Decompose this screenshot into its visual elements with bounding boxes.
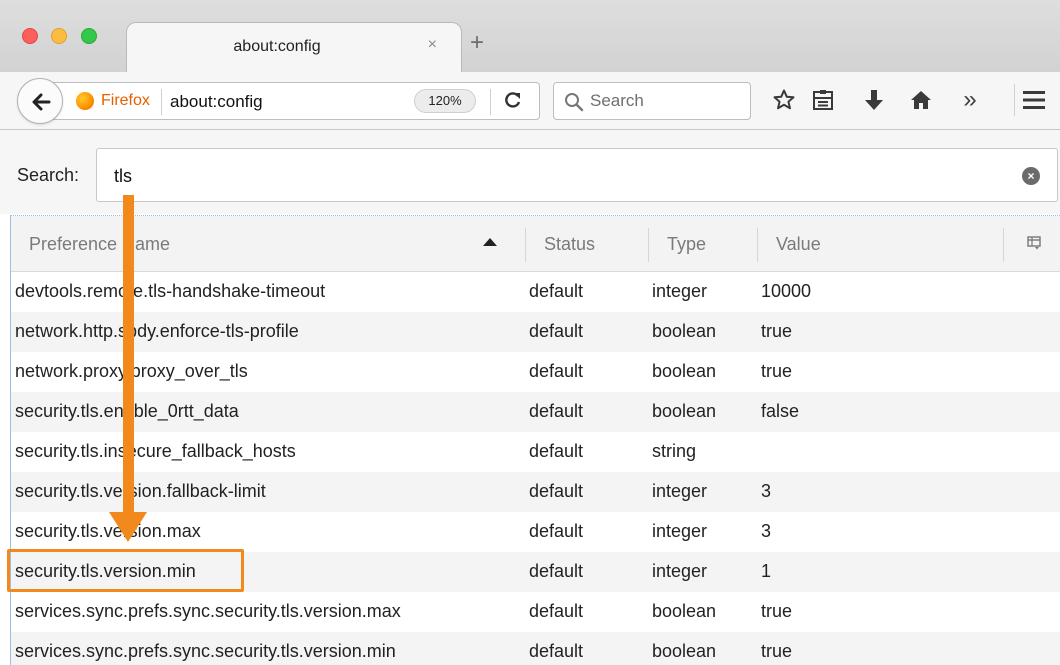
pref-status: default (529, 481, 584, 501)
pref-value: true (761, 361, 793, 381)
clear-filter-icon[interactable]: × (1022, 167, 1040, 185)
table-row[interactable]: network.http.spdy.enforce-tls-profile def… (11, 312, 1060, 352)
pref-value: true (761, 641, 793, 661)
column-header-type[interactable]: Type (667, 234, 706, 255)
column-header-value[interactable]: Value (776, 234, 821, 255)
column-picker-icon[interactable] (1027, 236, 1041, 250)
search-icon (565, 93, 584, 112)
pref-status: default (529, 601, 584, 621)
web-search-input[interactable] (590, 90, 740, 112)
column-divider[interactable] (757, 228, 758, 262)
annotation-arrow-shaft (123, 195, 134, 515)
pref-value: true (761, 601, 793, 621)
hamburger-menu-icon[interactable] (1020, 86, 1048, 114)
table-row[interactable]: security.tls.version.max default integer 3 (11, 512, 1060, 552)
annotation-highlight-box (7, 549, 244, 592)
pref-value: 3 (761, 481, 772, 501)
pref-name: security.tls.insecure_fallback_hosts (15, 441, 296, 461)
tab-close-icon[interactable]: × (428, 36, 437, 54)
pref-name: security.tls.version.fallback-limit (15, 481, 266, 501)
tab-strip: about:config × + (0, 0, 1060, 74)
identity-label[interactable]: Firefox (101, 92, 150, 110)
config-search-label: Search: (17, 165, 80, 185)
reading-list-icon[interactable] (809, 86, 837, 114)
column-divider[interactable] (648, 228, 649, 262)
preferences-tree[interactable]: Preference Name Status Type Value devtoo… (10, 215, 1060, 665)
reload-icon[interactable] (504, 91, 522, 114)
home-icon[interactable] (907, 86, 935, 114)
table-row[interactable]: security.tls.version.fallback-limit defau… (11, 472, 1060, 512)
identity-divider (161, 89, 162, 115)
pref-status: default (529, 561, 584, 581)
tree-header: Preference Name Status Type Value (11, 216, 1060, 272)
table-row[interactable]: services.sync.prefs.sync.security.tls.ve… (11, 632, 1060, 665)
pref-status: default (529, 641, 584, 661)
pref-value: true (761, 321, 793, 341)
annotation-arrow-head (109, 512, 147, 542)
minimize-window-button[interactable] (51, 28, 67, 44)
config-search-row: Search: × (0, 130, 1060, 214)
column-divider[interactable] (1003, 228, 1004, 262)
column-divider[interactable] (525, 228, 526, 262)
pref-status: default (529, 521, 584, 541)
pref-type: boolean (652, 601, 717, 621)
tab-title: about:config (233, 38, 321, 55)
table-row[interactable]: security.tls.insecure_fallback_hosts defa… (11, 432, 1060, 472)
web-search-box[interactable] (553, 82, 751, 120)
pref-type: boolean (652, 361, 717, 381)
table-row[interactable]: security.tls.enable_0rtt_datadefaultbool… (11, 392, 1060, 432)
pref-name: services.sync.prefs.sync.security.tls.ve… (15, 601, 401, 621)
zoom-level-badge[interactable]: 120% (414, 89, 476, 113)
pref-type: integer (652, 521, 708, 541)
url-bar[interactable]: Firefox about:config 120% (52, 82, 540, 120)
overflow-chevron-icon[interactable]: » (956, 86, 984, 114)
download-icon[interactable] (860, 86, 888, 114)
pref-type: boolean (652, 321, 717, 341)
pref-name: network.http.spdy.enforce-tls-profile (15, 321, 299, 341)
column-header-name[interactable]: Preference Name (29, 234, 170, 255)
pref-name: services.sync.prefs.sync.security.tls.ve… (15, 641, 396, 661)
firefox-logo-icon (76, 92, 94, 110)
pref-type: integer (652, 561, 708, 581)
pref-value: 3 (761, 521, 772, 541)
table-row[interactable]: services.sync.prefs.sync.security.tls.ve… (11, 592, 1060, 632)
toolbar-divider (1014, 84, 1015, 116)
tab-about-config[interactable]: about:config × (126, 22, 462, 74)
pref-type: boolean (652, 401, 717, 421)
table-row[interactable]: devtools.remote.tls-handshake-timeout def… (11, 272, 1060, 312)
config-filter-input[interactable] (114, 163, 974, 189)
back-button[interactable] (17, 78, 63, 124)
pref-type: integer (652, 481, 708, 501)
pref-type: string (652, 441, 697, 461)
pref-value: 1 (761, 561, 772, 581)
pref-status: default (529, 321, 584, 341)
bookmark-star-icon[interactable] (770, 86, 798, 114)
pref-status: default (529, 441, 584, 461)
preference-rows: devtools.remote.tls-handshake-timeout def… (11, 272, 1060, 665)
pref-type: integer (652, 281, 708, 301)
url-text[interactable]: about:config (170, 92, 263, 112)
zoom-window-button[interactable] (81, 28, 97, 44)
pref-status: default (529, 401, 584, 421)
pref-name: devtools.remote.tls-handshake-timeout (15, 281, 326, 301)
close-window-button[interactable] (22, 28, 38, 44)
new-tab-button[interactable]: + (470, 31, 484, 55)
pref-type: boolean (652, 641, 717, 661)
pref-status: default (529, 281, 584, 301)
pref-name: security.tls.version.max (15, 521, 201, 541)
config-filter-box[interactable]: × (96, 148, 1058, 202)
back-arrow-icon (32, 93, 51, 111)
column-header-status[interactable]: Status (544, 234, 595, 255)
sort-ascending-icon[interactable] (483, 238, 497, 246)
navigation-toolbar: Firefox about:config 120% » (0, 72, 1060, 130)
pref-status: default (529, 361, 584, 381)
pref-value: false (761, 401, 800, 421)
pref-value: 10000 (761, 281, 812, 301)
url-divider (490, 89, 491, 115)
table-row[interactable]: network.proxy.proxy_over_tlsdefaultboole… (11, 352, 1060, 392)
